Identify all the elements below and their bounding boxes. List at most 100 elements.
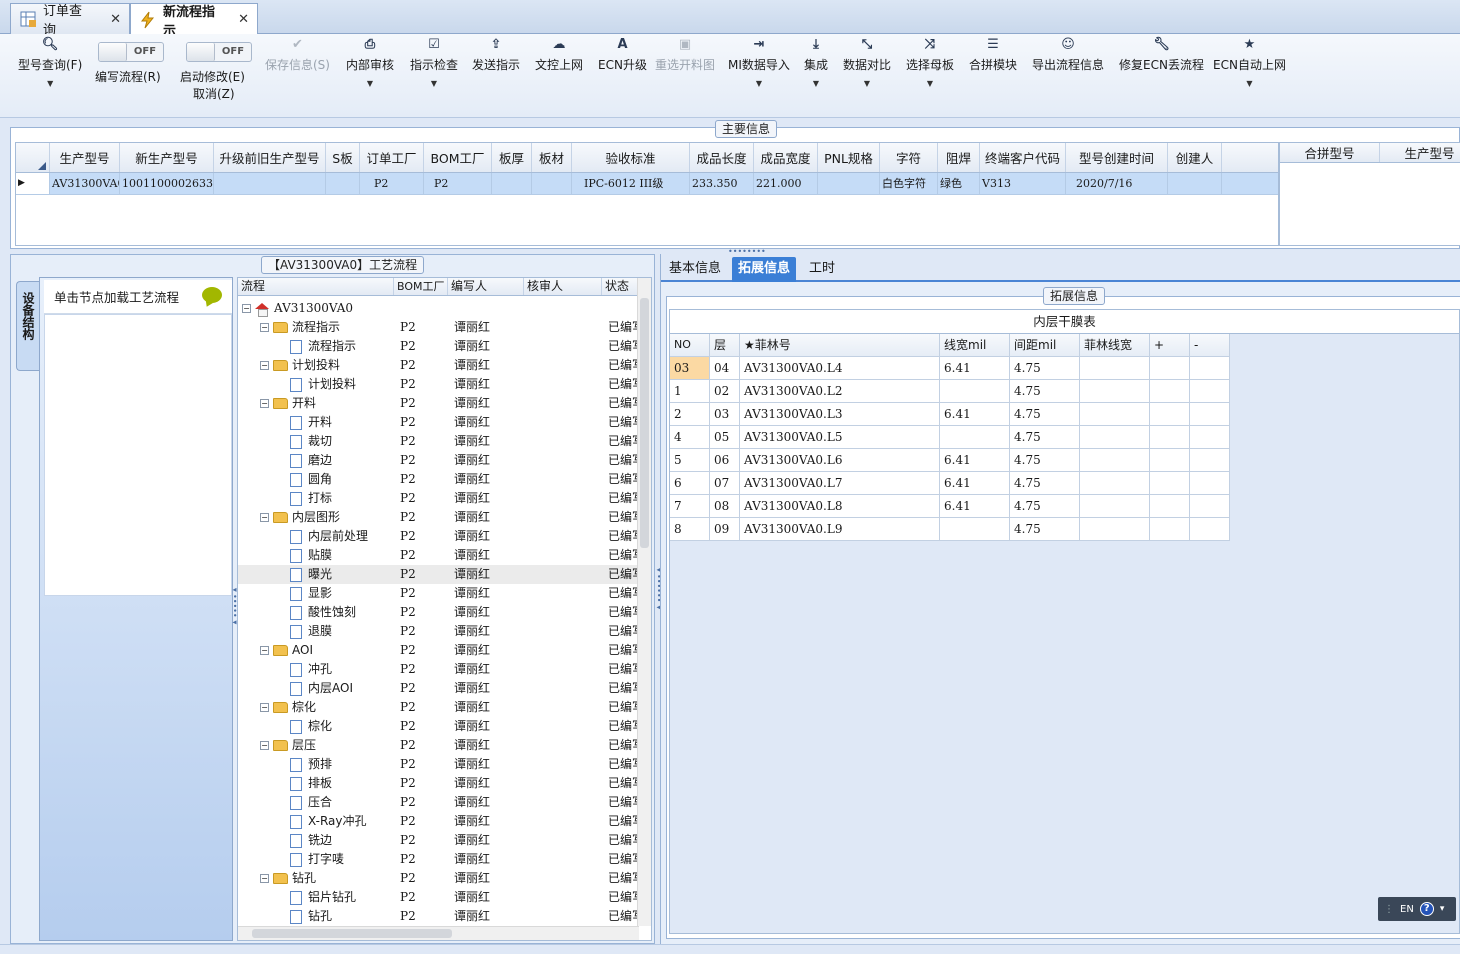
reviewer-cell[interactable] xyxy=(524,470,602,489)
writer-cell[interactable]: 谭丽红 xyxy=(448,660,524,679)
tree-node[interactable]: 磨边 xyxy=(238,451,394,470)
writer-cell[interactable]: 谭丽红 xyxy=(448,850,524,869)
table-cell[interactable] xyxy=(1190,380,1230,403)
table-cell[interactable]: AV31300VA0.L8 xyxy=(740,495,940,518)
status-cell[interactable]: 已编写 xyxy=(602,641,639,660)
table-row[interactable]: 1 02 AV31300VA0.L2 4.75 xyxy=(670,380,1230,403)
load-flow-button[interactable]: 单击节点加载工艺流程 xyxy=(44,280,232,314)
dropdown-arrow-icon[interactable]: ▼ xyxy=(47,73,53,95)
table-cell[interactable] xyxy=(1190,403,1230,426)
status-cell[interactable]: 已编写 xyxy=(602,736,639,755)
tab-extended-info[interactable]: 拓展信息 xyxy=(732,257,797,282)
column-header[interactable]: 板材 xyxy=(532,143,572,172)
tree-node[interactable]: − 内层图形 xyxy=(238,508,394,527)
bom-cell[interactable]: P2 xyxy=(394,356,448,375)
doc-online-button[interactable]: ☁ 文控上网 xyxy=(535,36,583,73)
ecn-upgrade-button[interactable]: A ECN升级 xyxy=(598,36,647,73)
table-cell[interactable] xyxy=(1190,472,1230,495)
table-cell[interactable]: 6.41 xyxy=(940,495,1010,518)
table-cell[interactable]: 4 xyxy=(670,426,710,449)
table-cell[interactable]: 8 xyxy=(670,518,710,541)
bom-cell[interactable] xyxy=(394,299,448,318)
tree-row[interactable]: 压合 P2谭丽红 已编写 xyxy=(238,793,651,812)
table-cell[interactable] xyxy=(1150,380,1190,403)
status-cell[interactable]: 已编写 xyxy=(602,394,639,413)
reviewer-cell[interactable] xyxy=(524,432,602,451)
tree-node[interactable]: 铝片钻孔 xyxy=(238,888,394,907)
column-header[interactable]: 验收标准 xyxy=(572,143,690,172)
tree-row[interactable]: 内层AOI P2谭丽红 已编写 xyxy=(238,679,651,698)
column-header[interactable]: 层 xyxy=(710,334,740,357)
tree-node[interactable]: − AOI xyxy=(238,641,394,660)
column-header[interactable]: BOM工厂 xyxy=(394,278,448,295)
collapse-icon[interactable]: − xyxy=(242,304,251,313)
tree-node[interactable]: 退膜 xyxy=(238,622,394,641)
reviewer-cell[interactable] xyxy=(524,850,602,869)
table-cell[interactable]: 05 xyxy=(710,426,740,449)
writer-cell[interactable]: 谭丽红 xyxy=(448,641,524,660)
table-cell[interactable] xyxy=(1080,518,1150,541)
table-cell[interactable] xyxy=(940,518,1010,541)
table-cell[interactable]: 4.75 xyxy=(1010,426,1080,449)
edit-flow-toggle[interactable]: OFF xyxy=(98,42,164,62)
dropdown-arrow-icon[interactable]: ▼ xyxy=(367,73,373,95)
column-header[interactable]: 核审人 xyxy=(524,278,602,295)
reviewer-cell[interactable] xyxy=(524,489,602,508)
tree-node[interactable]: 曝光 xyxy=(238,565,394,584)
collapse-icon[interactable]: − xyxy=(260,874,269,883)
writer-cell[interactable]: 谭丽红 xyxy=(448,337,524,356)
dropdown-arrow-icon[interactable]: ▼ xyxy=(1246,73,1252,95)
tree-row[interactable]: 曝光 P2谭丽红 已编写 xyxy=(238,565,651,584)
table-cell[interactable]: AV31300VA0.L7 xyxy=(740,472,940,495)
tree-node[interactable]: 铣边 xyxy=(238,831,394,850)
reviewer-cell[interactable] xyxy=(524,337,602,356)
table-cell[interactable]: 6.41 xyxy=(940,403,1010,426)
tree-node[interactable]: 压合 xyxy=(238,793,394,812)
table-cell[interactable]: 1 xyxy=(670,380,710,403)
reviewer-cell[interactable] xyxy=(524,375,602,394)
collapse-icon[interactable]: − xyxy=(260,703,269,712)
table-row[interactable]: 6 07 AV31300VA0.L7 6.41 4.75 xyxy=(670,472,1230,495)
bom-cell[interactable]: P2 xyxy=(394,508,448,527)
table-cell[interactable]: 2 xyxy=(670,403,710,426)
table-cell[interactable] xyxy=(1190,357,1230,380)
column-header[interactable]: S板 xyxy=(326,143,360,172)
status-cell[interactable]: 已编写 xyxy=(602,470,639,489)
tree-row[interactable]: 铝片钻孔 P2谭丽红 已编写 xyxy=(238,888,651,907)
bom-cell[interactable]: P2 xyxy=(394,812,448,831)
table-cell[interactable] xyxy=(1190,426,1230,449)
table-cell[interactable]: AV31300VA0.L6 xyxy=(740,449,940,472)
instruction-check-button[interactable]: ☑ 指示检查 ▼ xyxy=(410,36,458,95)
writer-cell[interactable]: 谭丽红 xyxy=(448,318,524,337)
table-row[interactable]: 4 05 AV31300VA0.L5 4.75 xyxy=(670,426,1230,449)
table-cell[interactable]: 07 xyxy=(710,472,740,495)
tree-row[interactable]: 磨边 P2谭丽红 已编写 xyxy=(238,451,651,470)
status-cell[interactable]: 已编写 xyxy=(602,622,639,641)
status-cell[interactable]: 已编写 xyxy=(602,432,639,451)
column-header[interactable]: + xyxy=(1150,334,1190,357)
table-cell[interactable] xyxy=(1150,495,1190,518)
cell[interactable]: 10011000026333 xyxy=(120,173,214,194)
writer-cell[interactable]: 谭丽红 xyxy=(448,755,524,774)
writer-cell[interactable]: 谭丽红 xyxy=(448,812,524,831)
tree-node[interactable]: X-Ray冲孔 xyxy=(238,812,394,831)
cell[interactable]: AV31300VA0 xyxy=(50,173,120,194)
tree-row[interactable]: 计划投料 P2谭丽红 已编写 xyxy=(238,375,651,394)
status-cell[interactable]: 已编写 xyxy=(602,584,639,603)
status-cell[interactable]: 已编写 xyxy=(602,337,639,356)
table-cell[interactable] xyxy=(1080,426,1150,449)
bom-cell[interactable]: P2 xyxy=(394,679,448,698)
reviewer-cell[interactable] xyxy=(524,793,602,812)
reviewer-cell[interactable] xyxy=(524,812,602,831)
bom-cell[interactable]: P2 xyxy=(394,850,448,869)
column-header[interactable]: 流程 xyxy=(238,278,394,295)
collapse-icon[interactable]: − xyxy=(260,646,269,655)
tree-node[interactable]: 打标 xyxy=(238,489,394,508)
bom-cell[interactable]: P2 xyxy=(394,888,448,907)
internal-review-button[interactable]: ⎙ 内部审核 ▼ xyxy=(346,36,394,95)
cell[interactable] xyxy=(1168,173,1222,194)
column-header[interactable]: 订单工厂 xyxy=(360,143,424,172)
bom-cell[interactable]: P2 xyxy=(394,451,448,470)
tree-node[interactable]: 贴膜 xyxy=(238,546,394,565)
bom-cell[interactable]: P2 xyxy=(394,375,448,394)
